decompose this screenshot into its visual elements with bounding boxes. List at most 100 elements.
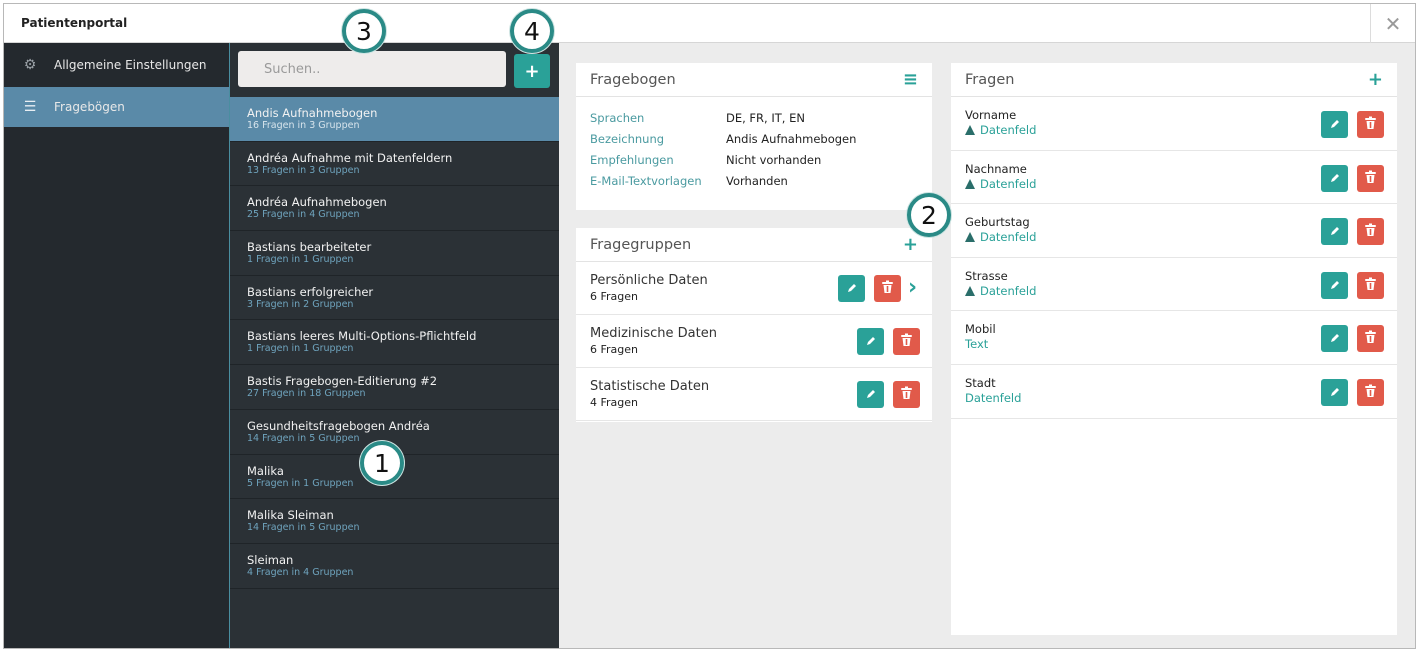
trash-icon <box>1364 222 1377 241</box>
detail-row: Sprachen DE, FR, IT, EN <box>590 107 918 128</box>
edit-button[interactable] <box>857 328 884 355</box>
edit-button[interactable] <box>1321 271 1348 299</box>
questionnaire-summary: 27 Fragen in 18 Gruppen <box>247 388 366 400</box>
question-type-label: Datenfeld <box>965 390 1022 405</box>
delete-button[interactable] <box>1357 325 1384 353</box>
questionnaire-name: Malika Sleiman <box>247 508 334 523</box>
questionnaire-summary: 14 Fragen in 5 Gruppen <box>247 432 360 444</box>
pencil-icon <box>865 332 877 351</box>
group-row[interactable]: Statistische Daten 4 Fragen <box>576 368 932 421</box>
questionnaire-summary: 1 Fragen in 1 Gruppen <box>247 254 354 266</box>
step-marker-3: 3 <box>342 9 386 53</box>
trash-icon <box>1364 169 1377 188</box>
edit-button[interactable] <box>838 275 865 302</box>
edit-button[interactable] <box>1321 218 1348 246</box>
questionnaire-summary: 14 Fragen in 5 Gruppen <box>247 522 360 534</box>
detail-key: Bezeichnung <box>590 131 665 146</box>
pencil-icon <box>1329 276 1341 295</box>
group-row[interactable]: Persönliche Daten 6 Fragen › <box>576 262 932 315</box>
trash-icon <box>1364 383 1377 402</box>
sidebar: ⚙ Allgemeine Einstellungen ☰ Fragebögen <box>4 43 229 648</box>
card-header: Fragebogen ≡ <box>576 63 932 97</box>
question-row[interactable]: Stadt Datenfeld <box>951 365 1397 419</box>
list-item[interactable]: Bastians bearbeiteter 1 Fragen in 1 Grupp… <box>230 231 559 276</box>
list-item[interactable]: Malika Sleiman 14 Fragen in 5 Gruppen <box>230 499 559 544</box>
window-title: Patientenportal <box>21 16 128 30</box>
questionnaire-name: Andis Aufnahmebogen <box>247 106 378 120</box>
pencil-icon <box>846 279 858 298</box>
add-question-button[interactable]: + <box>1368 69 1383 90</box>
questionnaire-name: Bastians bearbeiteter <box>247 240 372 255</box>
group-count: 6 Fragen <box>590 290 639 303</box>
details-list: Sprachen DE, FR, IT, EN Bezeichnung Andis A… <box>576 97 932 201</box>
edit-button[interactable] <box>1321 164 1348 192</box>
trash-icon <box>1364 276 1377 295</box>
trash-icon <box>1364 329 1377 348</box>
warning-icon <box>965 125 975 135</box>
warning-icon <box>965 285 975 296</box>
question-type-label: Datenfeld <box>980 283 1037 298</box>
pencil-icon <box>1329 115 1341 134</box>
delete-button[interactable] <box>893 328 920 355</box>
question-row[interactable]: Geburtstag Datenfeld <box>951 204 1397 258</box>
list-item[interactable]: Andis Aufnahmebogen 16 Fragen in 3 Gruppe… <box>230 97 559 142</box>
trash-icon <box>900 332 913 351</box>
group-row[interactable]: Medizinische Daten 6 Fragen <box>576 315 932 368</box>
trash-icon <box>1364 115 1377 134</box>
pencil-icon <box>1329 169 1341 188</box>
question-row[interactable]: Nachname Datenfeld <box>951 151 1397 205</box>
detail-row: Empfehlungen Nicht vorhanden <box>590 149 918 170</box>
questionnaire-name: Bastians leeres Multi-Options-Pflichtfel… <box>247 329 477 344</box>
question-row[interactable]: Vorname Datenfeld <box>951 97 1397 151</box>
delete-button[interactable] <box>1357 271 1384 299</box>
sidebar-item-general-settings[interactable]: ⚙ Allgemeine Einstellungen <box>4 45 229 85</box>
list-item[interactable]: Andréa Aufnahme mit Datenfeldern 13 Frage… <box>230 142 559 187</box>
question-type-label: Datenfeld <box>980 123 1037 137</box>
question-groups-card: Fragegruppen + Persönliche Daten 6 Fragen… <box>576 228 932 422</box>
questionnaire-name: Gesundheitsfragebogen Andréa <box>247 418 430 433</box>
questionnaire-name: Bastis Fragebogen-Editierung #2 <box>247 374 438 389</box>
menu-icon[interactable]: ≡ <box>903 69 918 90</box>
question-row[interactable]: Strasse Datenfeld <box>951 258 1397 312</box>
question-list: Vorname Datenfeld Nachname Datenfeld Geburts… <box>951 97 1397 419</box>
detail-key: E-Mail-Textvorlagen <box>590 173 702 188</box>
delete-button[interactable] <box>874 275 901 302</box>
pencil-icon <box>1329 383 1341 402</box>
delete-button[interactable] <box>1357 164 1384 192</box>
chevron-right-icon[interactable]: › <box>908 275 917 300</box>
question-type-label: Text <box>965 337 989 352</box>
detail-value: Andis Aufnahmebogen <box>726 131 857 146</box>
add-group-button[interactable]: + <box>903 234 918 255</box>
sidebar-item-questionnaires[interactable]: ☰ Fragebögen <box>4 87 229 127</box>
questionnaire-list-panel: + Andis Aufnahmebogen16 Fragen in 3 Grup… <box>229 43 559 648</box>
sidebar-item-label: Allgemeine Einstellungen <box>54 58 207 72</box>
add-questionnaire-button[interactable]: + <box>514 54 550 88</box>
pencil-icon <box>865 385 877 404</box>
group-name: Persönliche Daten <box>590 273 708 288</box>
questionnaire-name: Andréa Aufnahmebogen <box>247 195 387 210</box>
edit-button[interactable] <box>1321 325 1348 353</box>
search-input[interactable] <box>238 51 506 87</box>
list-item[interactable]: Andréa Aufnahmebogen 25 Fragen in 4 Grupp… <box>230 186 559 232</box>
pencil-icon <box>1329 222 1341 241</box>
delete-button[interactable] <box>1357 218 1384 246</box>
delete-button[interactable] <box>1357 111 1384 138</box>
step-marker-1: 1 <box>360 441 404 485</box>
delete-button[interactable] <box>1357 378 1384 406</box>
detail-row: E-Mail-Textvorlagen Vorhanden <box>590 170 918 191</box>
list-item[interactable]: Bastis Fragebogen-Editierung #2 27 Fragen… <box>230 365 559 410</box>
questionnaire-summary: 3 Fragen in 2 Gruppen <box>247 298 354 310</box>
sidebar-item-label: Fragebögen <box>54 100 125 114</box>
question-row[interactable]: Mobil Text <box>951 311 1397 365</box>
delete-button[interactable] <box>893 381 920 408</box>
detail-value: Nicht vorhanden <box>726 152 822 167</box>
edit-button[interactable] <box>857 381 884 408</box>
edit-button[interactable] <box>1321 378 1348 406</box>
questionnaire-summary: 5 Fragen in 1 Gruppen <box>247 477 354 489</box>
list-item[interactable]: Bastians leeres Multi-Options-Pflichtfel… <box>230 320 559 366</box>
list-item[interactable]: Sleiman 4 Fragen in 4 Gruppen <box>230 544 559 589</box>
warning-icon <box>965 178 975 189</box>
edit-button[interactable] <box>1321 111 1348 138</box>
close-icon[interactable]: ✕ <box>1370 4 1415 43</box>
list-item[interactable]: Bastians erfolgreicher 3 Fragen in 2 Grup… <box>230 276 559 321</box>
